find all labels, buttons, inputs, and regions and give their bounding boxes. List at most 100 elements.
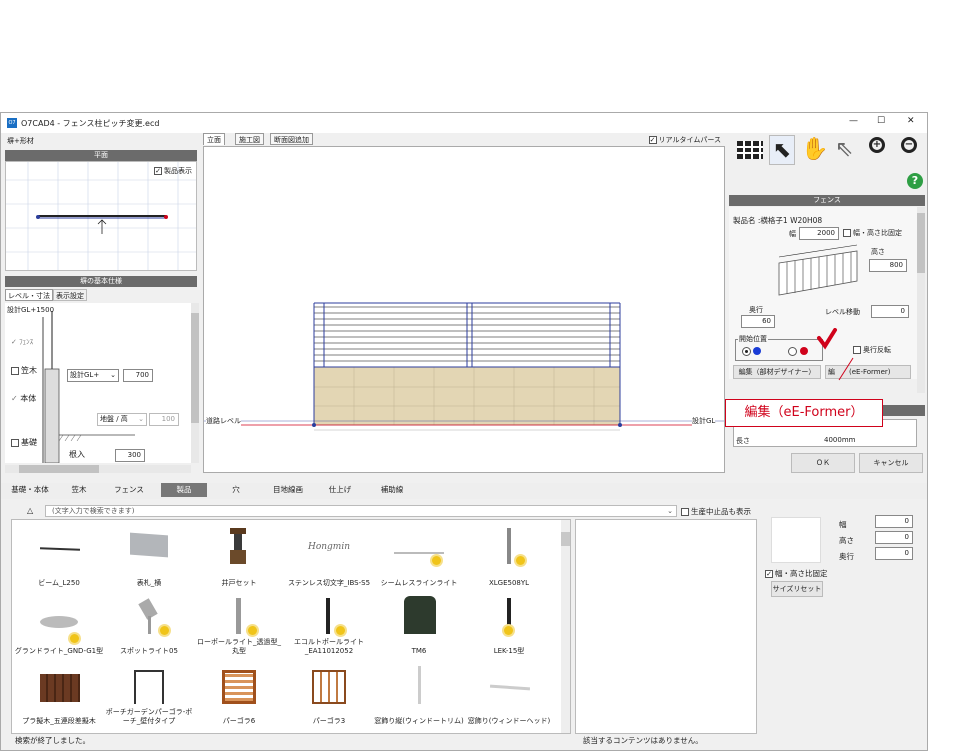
grid-icon[interactable] <box>737 141 763 159</box>
maximize-button[interactable]: ☐ <box>877 116 885 126</box>
product-item[interactable]: ローポールライト_透過型_丸型 <box>194 596 284 656</box>
fence-elevation <box>204 302 724 431</box>
product-item[interactable]: シームレスラインライト <box>374 528 464 588</box>
plan-view[interactable]: ✓ 製品表示 <box>5 161 197 271</box>
product-item[interactable]: 窓飾り(ウィンドーヘッド) <box>464 666 554 726</box>
ground-light-thumb <box>14 596 104 643</box>
well-thumb <box>194 528 284 568</box>
product-item[interactable]: Hongmin ステンレス切文字_IBS-S5 <box>284 528 374 588</box>
product-item[interactable]: パーゴラ6 <box>194 666 284 726</box>
left-hscroll[interactable] <box>5 465 191 473</box>
preview-ratio-toggle[interactable]: ✓ 幅・高さ比固定 <box>765 568 828 579</box>
product-grid: ビーム_L250 表札_横 井戸セット Hongmin ステンレス切文字_IBS… <box>11 519 571 734</box>
body-option[interactable]: ✓ 本体 <box>11 393 36 404</box>
nekiri-label: 根入 <box>69 450 85 459</box>
grid-vscroll[interactable] <box>561 520 570 733</box>
tab-elevation[interactable]: 立面 <box>203 133 225 145</box>
width-input[interactable]: 2000 <box>799 227 839 240</box>
search-input[interactable]: (文字入力で検索できます) ⌄ <box>45 505 677 517</box>
light-icon <box>248 626 257 635</box>
design-gl-marker: 設計GL <box>692 416 716 426</box>
minimize-button[interactable]: — <box>849 116 858 126</box>
design-gl-label: 設計GL+1500 <box>7 306 55 314</box>
product-name: 製品名 :横格子1 W20H08 <box>733 216 823 225</box>
low-pole-thumb <box>194 596 284 636</box>
cat-hole[interactable]: 穴 <box>213 483 259 497</box>
tab-section-add[interactable]: 断面図追加 <box>270 133 313 145</box>
preview-height-input[interactable]: 0 <box>875 531 913 544</box>
cat-foundation[interactable]: 基礎・本体 <box>5 483 55 497</box>
chevron-down-icon: ⌄ <box>138 415 144 423</box>
cat-products[interactable]: 製品 <box>161 483 207 497</box>
preview-panel: 幅 0 高さ 0 奥行 0 ✓ 幅・高さ比固定 サイズリセット <box>761 513 927 643</box>
tab-construction[interactable]: 施工図 <box>235 133 264 145</box>
select-cursor-icon[interactable]: ⬉ <box>769 135 795 165</box>
product-item[interactable]: スポットライト05 <box>104 596 194 656</box>
status-left: 検索が終了しました。 <box>15 736 90 745</box>
product-item[interactable]: エコルトポールライト_EA11012052 <box>284 596 374 656</box>
elevation-canvas[interactable]: 道路レベル 設計GL <box>203 146 725 473</box>
kasagi-height-input[interactable]: 700 <box>123 369 153 382</box>
height-input[interactable]: 800 <box>869 259 907 272</box>
product-item[interactable]: 窓飾り縦(ウィンドートリム) <box>374 666 464 726</box>
product-item[interactable]: 井戸セット <box>194 528 284 588</box>
product-item[interactable]: グランドライト_GND-G1型 <box>14 596 104 656</box>
product-item[interactable]: ポーチガーデンパーゴラ-ポーチ_壁付タイプ <box>104 666 194 726</box>
close-button[interactable]: ✕ <box>907 116 915 126</box>
line-light-thumb <box>374 528 464 568</box>
cat-kasagi[interactable]: 笠木 <box>59 483 99 497</box>
cat-joint[interactable]: 目地線画 <box>263 483 313 497</box>
light-icon <box>432 556 441 565</box>
fence-option[interactable]: ✓ ﾌｪﾝｽ <box>11 337 33 347</box>
ground-height-input[interactable]: 100 <box>149 413 179 426</box>
spec-header: 塀の基本仕様 <box>5 276 197 287</box>
window-head-thumb <box>464 666 554 706</box>
chevron-down-icon: ⌄ <box>110 371 116 379</box>
product-item[interactable]: LEK-15型 <box>464 596 554 656</box>
product-display-toggle[interactable]: ✓ 製品表示 <box>154 166 192 176</box>
left-vscroll[interactable] <box>191 303 199 463</box>
light-icon <box>504 626 513 635</box>
cat-fence[interactable]: フェンス <box>105 483 153 497</box>
discontinued-toggle[interactable]: 生産中止品も表示 <box>681 506 751 517</box>
realtime-perspective-toggle[interactable]: ✓ リアルタイムパース <box>648 135 721 145</box>
ratio-fix-toggle[interactable]: 幅・高さ比固定 <box>843 228 902 238</box>
sort-up-icon[interactable]: △ <box>27 506 33 515</box>
size-reset-button[interactable]: サイズリセット <box>771 581 823 597</box>
width-label: 幅 <box>789 230 796 238</box>
spec-tab-level[interactable]: レベル・寸法 <box>5 289 53 301</box>
post-light-thumb <box>464 596 554 636</box>
spec-tab-display[interactable]: 表示設定 <box>53 289 87 301</box>
design-gl-select[interactable]: 設計GL+ ⌄ <box>67 369 119 382</box>
preview-depth-input[interactable]: 0 <box>875 547 913 560</box>
help-icon[interactable]: ? <box>907 173 923 189</box>
product-item[interactable]: 表札_横 <box>104 528 194 588</box>
product-item[interactable]: XLGE508YL <box>464 528 554 588</box>
cat-finish[interactable]: 仕上げ <box>317 483 363 497</box>
plan-grid <box>6 162 196 270</box>
hand-pan-icon[interactable]: ✋ <box>801 137 828 162</box>
depth-input[interactable]: 60 <box>741 315 775 328</box>
product-item[interactable]: プラ擬木_五連段差擬木 <box>14 666 104 726</box>
pointer-icon[interactable]: ⇖ <box>835 137 853 162</box>
product-item[interactable]: ビーム_L250 <box>14 528 104 588</box>
detail-panel <box>575 519 757 734</box>
chevron-down-icon: ⌄ <box>667 507 673 515</box>
zoom-out-icon[interactable]: − <box>901 137 917 153</box>
cat-guide[interactable]: 補助線 <box>367 483 417 497</box>
cancel-button[interactable]: キャンセル <box>859 453 923 473</box>
level-move-label: レベル移動 <box>825 308 860 316</box>
level-move-input[interactable]: 0 <box>871 305 909 318</box>
kasagi-option[interactable]: 笠木 <box>11 365 37 376</box>
zoom-in-icon[interactable]: + <box>869 137 885 153</box>
product-item[interactable]: パーゴラ3 <box>284 666 374 726</box>
ground-select[interactable]: 地盤 / 高 ⌄ <box>97 413 147 426</box>
nekiri-input[interactable]: 300 <box>115 449 145 462</box>
spotlight-thumb <box>104 596 194 636</box>
foundation-option[interactable]: 基礎 <box>11 437 37 448</box>
preview-width-input[interactable]: 0 <box>875 515 913 528</box>
spec-area: 設計GL+1500 ✓ ﾌｪﾝｽ 笠木 設計GL+ ⌄ 700 ✓ 本体 地盤 /… <box>5 303 191 463</box>
nameplate-thumb <box>104 528 194 568</box>
ok-button[interactable]: ＯＫ <box>791 453 855 473</box>
product-item[interactable]: TM6 <box>374 596 464 656</box>
